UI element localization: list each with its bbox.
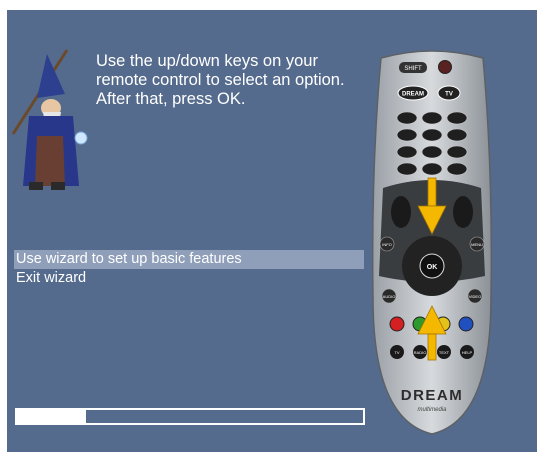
keypad-button — [446, 111, 468, 125]
menu-item-exit-wizard[interactable]: Exit wizard — [14, 269, 364, 288]
left-rocker — [391, 196, 411, 228]
text-label: TEXT — [439, 350, 450, 355]
multimedia-logo: multimedia — [417, 407, 447, 413]
keypad-button — [446, 145, 468, 159]
keypad-button — [421, 128, 443, 142]
wizard-screen: Use the up/down keys on your remote cont… — [7, 10, 537, 452]
menu-label: MENU — [471, 242, 483, 247]
keypad-button — [446, 128, 468, 142]
power-icon — [438, 60, 452, 74]
dream-label: DREAM — [402, 92, 424, 98]
keypad-button — [446, 162, 468, 176]
tv-label: TV — [445, 92, 453, 98]
instruction-text: Use the up/down keys on your remote cont… — [96, 52, 345, 108]
tv-mode-label: TV — [394, 350, 399, 355]
wizard-menu: Use wizard to set up basic features Exit… — [14, 250, 364, 288]
keypad-button — [421, 162, 443, 176]
color-button — [458, 316, 474, 332]
dream-logo: DREAM — [401, 387, 464, 404]
progress-bar — [15, 408, 365, 425]
audio-label: AUDIO — [383, 294, 396, 299]
right-rocker — [453, 196, 473, 228]
wizard-icon — [11, 49, 88, 190]
keypad-button — [396, 162, 418, 176]
color-button — [389, 316, 405, 332]
shift-label: SHIFT — [404, 66, 422, 72]
video-label: VIDEO — [469, 294, 481, 299]
remote-control-image: SHIFT DREAM TV INFO MENU OK AUDIO VIDEO … — [371, 50, 493, 435]
radio-label: RADIO — [414, 350, 427, 355]
keypad-button — [421, 111, 443, 125]
keypad-button — [421, 145, 443, 159]
progress-fill — [17, 410, 87, 423]
ok-label: OK — [427, 264, 438, 271]
info-label: INFO — [382, 242, 392, 247]
keypad-button — [396, 111, 418, 125]
menu-item-setup-wizard[interactable]: Use wizard to set up basic features — [14, 250, 364, 269]
keypad-button — [396, 128, 418, 142]
help-label: HELP — [462, 350, 473, 355]
keypad-button — [396, 145, 418, 159]
